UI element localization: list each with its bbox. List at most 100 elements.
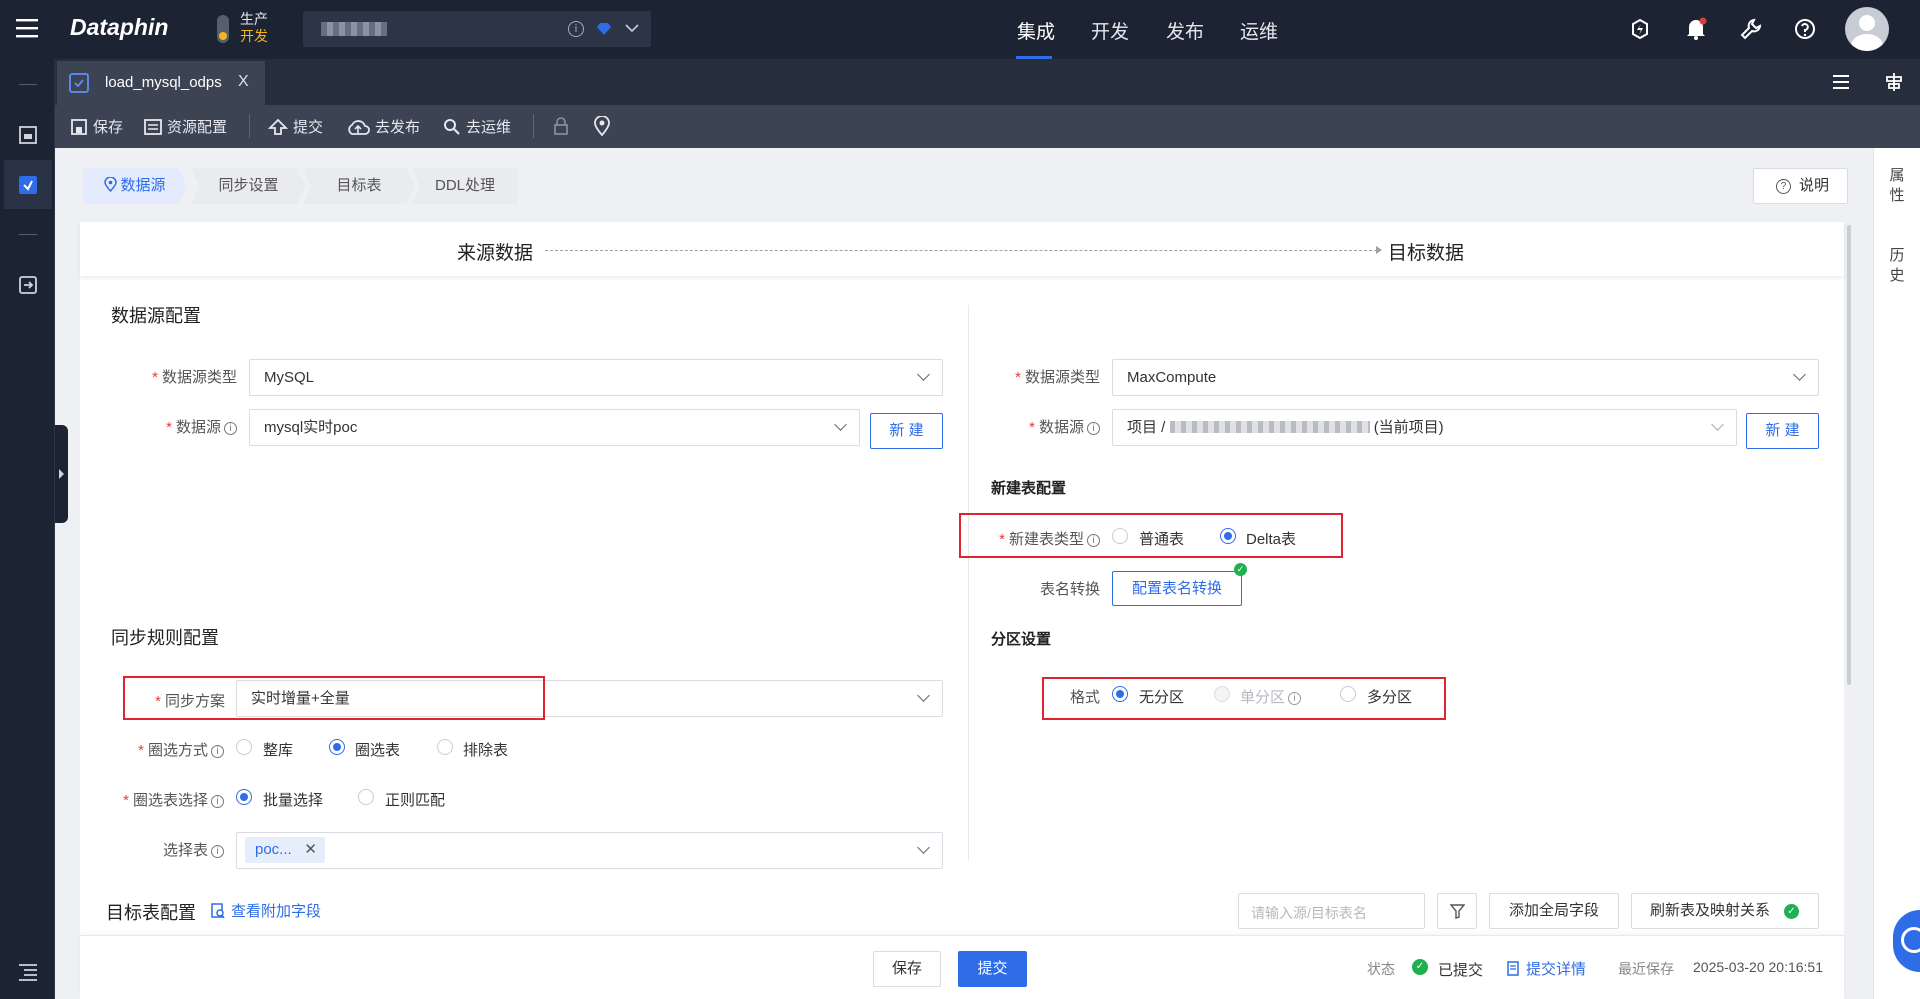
refresh-mapping-button[interactable]: 刷新表及映射关系 ✓ bbox=[1631, 893, 1819, 929]
location-icon[interactable] bbox=[593, 116, 611, 136]
search-ops-icon bbox=[444, 118, 460, 135]
check-circle-icon: ✓ bbox=[1784, 904, 1799, 919]
choose-table-select[interactable] bbox=[236, 832, 943, 869]
sync-rules-title: 同步规则配置 bbox=[111, 628, 219, 648]
avatar[interactable] bbox=[1845, 7, 1889, 51]
list-menu-icon[interactable] bbox=[1832, 74, 1850, 90]
target-type-select[interactable]: MaxCompute bbox=[1112, 359, 1819, 396]
tab-load-mysql-odps[interactable]: load_mysql_odps X bbox=[57, 61, 265, 105]
close-icon[interactable]: ✕ bbox=[304, 837, 317, 863]
info-icon: i bbox=[1087, 533, 1100, 547]
flow-header bbox=[80, 222, 1844, 276]
project-name-blurred bbox=[1169, 421, 1370, 433]
rename-config-button[interactable]: 配置表名转换 bbox=[1112, 571, 1242, 606]
divider bbox=[19, 234, 37, 235]
hamburger-menu-icon[interactable] bbox=[16, 18, 38, 38]
layout-icon[interactable] bbox=[1884, 72, 1904, 92]
env-toggle[interactable] bbox=[217, 15, 229, 43]
collapse-handle[interactable] bbox=[55, 425, 68, 523]
project-selector[interactable]: i bbox=[303, 11, 651, 47]
radio-circle-table[interactable] bbox=[329, 739, 345, 755]
chevron-down-icon bbox=[625, 24, 639, 33]
history-tab[interactable]: 历史 bbox=[1887, 246, 1907, 286]
target-ds-label: * 数据源 i bbox=[995, 416, 1100, 437]
nav-ops[interactable]: 运维 bbox=[1240, 17, 1278, 44]
resource-config-button[interactable]: 资源配置 bbox=[144, 105, 227, 148]
radio-batch-select[interactable] bbox=[236, 789, 252, 805]
info-icon: i bbox=[211, 794, 224, 808]
radio-regex-match[interactable] bbox=[358, 789, 374, 805]
highlight-box-sync-plan bbox=[123, 676, 545, 720]
scrollbar[interactable] bbox=[1847, 225, 1851, 685]
footer-save-button[interactable]: 保存 bbox=[873, 951, 941, 987]
publish-button[interactable]: 去发布 bbox=[346, 105, 420, 148]
integration-icon bbox=[19, 176, 37, 194]
info-icon: i bbox=[211, 744, 224, 758]
chevron-down-icon bbox=[834, 418, 847, 431]
info-icon: i bbox=[1288, 691, 1302, 705]
nav-develop[interactable]: 开发 bbox=[1091, 17, 1129, 44]
target-ds-select[interactable]: 项目 / (当前项目) bbox=[1112, 409, 1737, 446]
choose-table-label: 选择表 i bbox=[110, 839, 224, 860]
chosen-table-tag[interactable]: poc... ✕ bbox=[245, 837, 325, 863]
radio-multi-partition[interactable] bbox=[1340, 686, 1356, 702]
upload-icon bbox=[268, 118, 288, 135]
close-icon[interactable]: X bbox=[238, 73, 249, 91]
sync-icon[interactable] bbox=[1629, 18, 1651, 40]
app-logo[interactable]: Dataphin bbox=[70, 14, 168, 41]
source-type-select[interactable]: MySQL bbox=[249, 359, 943, 396]
filter-button[interactable] bbox=[1437, 893, 1477, 929]
last-save-time: 2025-03-20 20:16:51 bbox=[1693, 959, 1823, 975]
help-button[interactable]: ? 说明 bbox=[1753, 168, 1848, 204]
radio-delta-table[interactable] bbox=[1220, 528, 1236, 544]
step-datasource[interactable]: 数据源 bbox=[83, 168, 187, 204]
content-panel bbox=[80, 222, 1844, 999]
column-divider bbox=[968, 305, 969, 860]
step-ddl[interactable]: DDL处理 bbox=[412, 168, 518, 204]
nav-integration[interactable]: 集成 bbox=[1017, 17, 1055, 44]
step-target-table[interactable]: 目标表 bbox=[303, 168, 415, 204]
source-ds-select[interactable]: mysql实时poc bbox=[249, 409, 860, 446]
nav-publish[interactable]: 发布 bbox=[1166, 17, 1204, 44]
last-save-label: 最近保存 bbox=[1618, 961, 1674, 977]
radio-no-partition-label: 无分区 bbox=[1139, 689, 1185, 706]
source-ds-label: * 数据源 i bbox=[120, 416, 237, 437]
target-type-label: * 数据源类型 bbox=[1015, 369, 1100, 386]
submit-detail-link[interactable]: 提交详情 bbox=[1507, 958, 1586, 979]
radio-no-partition[interactable] bbox=[1112, 686, 1128, 702]
env-prod-label: 生产 bbox=[240, 11, 268, 27]
save-icon bbox=[71, 118, 87, 135]
format-label: 格式 bbox=[1069, 689, 1100, 706]
info-icon: i bbox=[568, 21, 584, 37]
target-new-button[interactable]: 新 建 bbox=[1746, 413, 1819, 449]
submit-button[interactable]: 提交 bbox=[268, 105, 323, 148]
table-search-input[interactable]: 请输入源/目标表名 bbox=[1238, 893, 1425, 929]
ops-button[interactable]: 去运维 bbox=[443, 105, 511, 148]
lock-icon[interactable] bbox=[553, 117, 569, 135]
target-config-title: 目标表配置 bbox=[106, 903, 196, 923]
footer-submit-button[interactable]: 提交 bbox=[958, 951, 1027, 987]
bell-icon[interactable] bbox=[1685, 17, 1707, 41]
radio-whole-db[interactable] bbox=[236, 739, 252, 755]
chevron-down-icon bbox=[917, 368, 930, 381]
radio-normal-table[interactable] bbox=[1112, 528, 1128, 544]
tab-bar bbox=[55, 59, 1920, 105]
integration-task-icon bbox=[69, 73, 89, 93]
properties-tab[interactable]: 属性 bbox=[1887, 166, 1907, 206]
add-global-field-button[interactable]: 添加全局字段 bbox=[1489, 893, 1619, 929]
rename-label: 表名转换 bbox=[1039, 581, 1100, 598]
step-sync-settings[interactable]: 同步设置 bbox=[191, 168, 306, 204]
source-type-label: * 数据源类型 bbox=[152, 369, 237, 386]
radio-exclude-table[interactable] bbox=[437, 739, 453, 755]
info-icon: i bbox=[211, 844, 224, 858]
wrench-icon[interactable] bbox=[1740, 18, 1762, 40]
source-new-button[interactable]: 新 建 bbox=[870, 413, 943, 449]
panel-icon[interactable] bbox=[18, 125, 38, 145]
import-icon[interactable] bbox=[18, 275, 38, 295]
outline-menu-icon[interactable] bbox=[17, 963, 39, 981]
view-extra-fields-link[interactable]: 查看附加字段 bbox=[211, 900, 321, 921]
status-label: 状态 bbox=[1367, 961, 1395, 977]
help-icon[interactable] bbox=[1794, 18, 1816, 40]
circle-mode-label: * 圈选方式 i bbox=[110, 739, 224, 760]
save-button[interactable]: 保存 bbox=[70, 105, 123, 148]
